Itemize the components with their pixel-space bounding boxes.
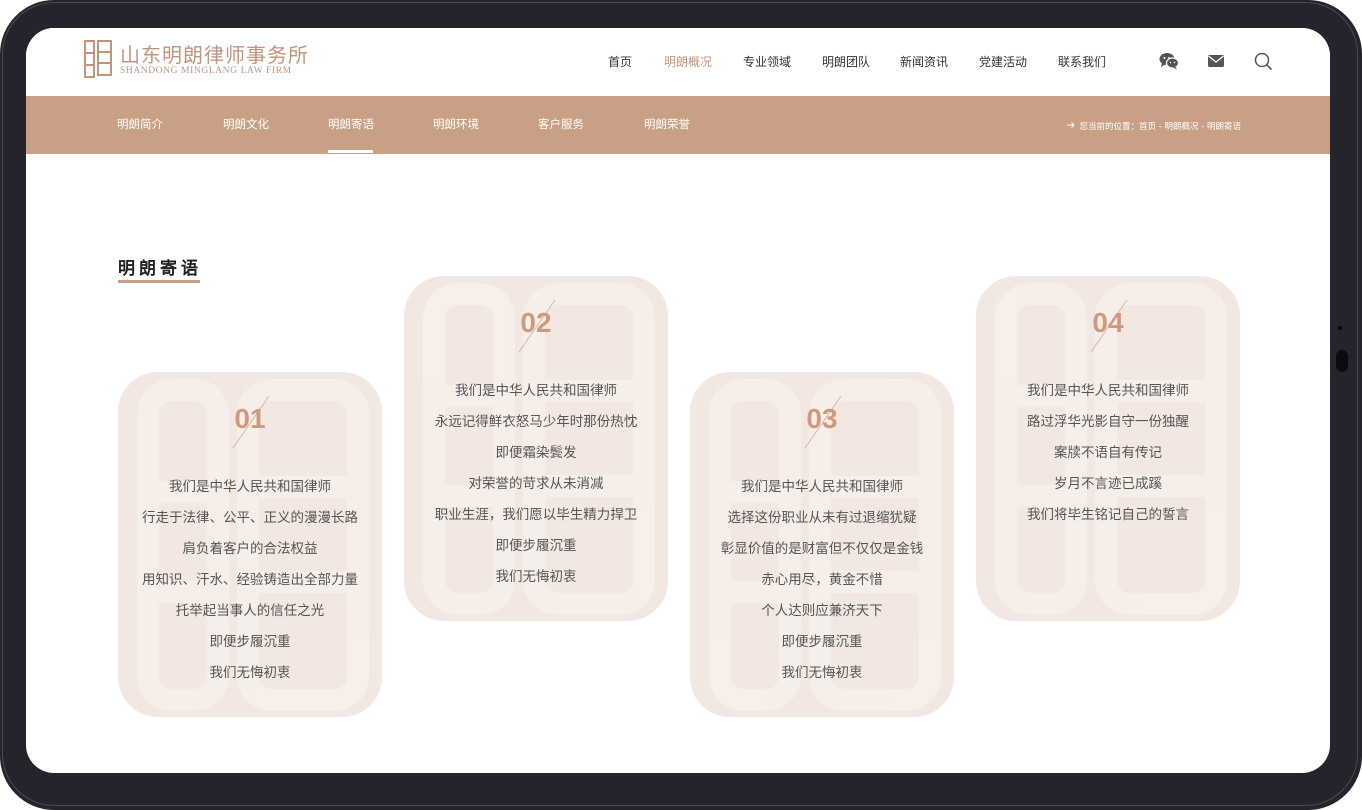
card-text-lines: 我们是中华人民共和国律师 选择这份职业从未有过退缩犹疑 彰显价值的是财富但不仅仅是金… — [690, 472, 954, 689]
subnav-message[interactable]: 明朗寄语 — [328, 116, 374, 132]
message-card-1: 01 我们是中华人民共和国律师行走于法律、公平、正义的漫漫长路 肩负着客户的合法权益… — [118, 372, 382, 717]
search-icon[interactable] — [1252, 50, 1274, 72]
screen: 山东明朗律师事务所 SHANDONG MINGLANG LAW FIRM 首页 … — [26, 28, 1330, 773]
card-number: 04 — [1092, 307, 1124, 338]
card-text-line: 肩负着客户的合法权益 — [182, 541, 318, 557]
nav-contact[interactable]: 联系我们 — [1058, 53, 1106, 70]
card-text-line: 岁月不言迹已成蹊 — [1054, 476, 1162, 492]
nav-home[interactable]: 首页 — [608, 53, 632, 70]
card-text-line: 我们无悔初衷 — [495, 569, 577, 585]
subnav-active-indicator — [328, 150, 373, 153]
card-number: 01 — [234, 403, 266, 434]
card-text-line: 我们无悔初衷 — [781, 665, 863, 681]
nav-team[interactable]: 明朗团队 — [822, 53, 870, 70]
card-text-line: 托举起当事人的信任之光 — [175, 603, 325, 619]
card-text-line: 选择这份职业从未有过退缩犹疑 — [727, 510, 917, 526]
card-number: 03 — [806, 403, 838, 434]
logo-mark-icon[interactable] — [84, 40, 112, 78]
subnav-client-service[interactable]: 客户服务 — [538, 116, 584, 132]
card-text-line: 案牍不语自有传记 — [1054, 445, 1162, 461]
card-text-line: 个人达则应兼济天下 — [761, 603, 883, 619]
card-text-lines: 我们是中华人民共和国律师行走于法律、公平、正义的漫漫长路 肩负着客户的合法权益用知… — [118, 472, 382, 689]
mail-icon[interactable] — [1205, 50, 1227, 72]
card-text-line: 用知识、汗水、经验铸造出全部力量 — [142, 572, 358, 588]
message-card-3: 03 我们是中华人民共和国律师 选择这份职业从未有过退缩犹疑 彰显价值的是财富但不仅仅… — [690, 372, 954, 717]
card-number: 02 — [520, 307, 552, 338]
card-text-line: 我们是中华人民共和国律师 — [1027, 383, 1189, 399]
message-card-2: 02 我们是中华人民共和国律师永远记得鲜衣怒马少年时那份热忱 即便霜染鬓发对荣誉的苛… — [404, 276, 668, 621]
card-text-line: 行走于法律、公平、正义的漫漫长路 — [142, 510, 358, 526]
site-header: 山东明朗律师事务所 SHANDONG MINGLANG LAW FIRM 首页 … — [26, 28, 1330, 97]
nav-overview[interactable]: 明朗概况 — [664, 53, 712, 70]
device-sensor — [1338, 326, 1342, 330]
card-text-line: 即便步履沉重 — [495, 538, 577, 554]
breadcrumb: 您当前的位置：首页 - 明朗概况 - 明朗寄语 — [1079, 122, 1241, 132]
card-text-line: 我们是中华人民共和国律师 — [169, 479, 331, 495]
nav-practice-areas[interactable]: 专业领域 — [743, 53, 791, 70]
card-text-line: 我们无悔初衷 — [209, 665, 291, 681]
card-text-line: 即便霜染鬓发 — [495, 445, 577, 461]
logo-title[interactable]: 山东明朗律师事务所 — [120, 39, 309, 68]
subnav-intro[interactable]: 明朗简介 — [117, 116, 163, 132]
subnav-environment[interactable]: 明朗环境 — [433, 116, 479, 132]
card-text-line: 即便步履沉重 — [209, 634, 291, 650]
subnav-honors[interactable]: 明朗荣誉 — [644, 116, 690, 132]
nav-news[interactable]: 新闻资讯 — [900, 53, 948, 70]
section-title-underline — [118, 280, 200, 283]
card-text-line: 对荣誉的苛求从未消减 — [468, 476, 604, 492]
section-title: 明朗寄语 — [118, 259, 202, 279]
card-text-line: 即便步履沉重 — [781, 634, 863, 650]
subnav-culture[interactable]: 明朗文化 — [223, 116, 269, 132]
card-text-line: 永远记得鲜衣怒马少年时那份热忱 — [434, 414, 638, 430]
message-card-4: 04 我们是中华人民共和国律师 路过浮华光影自守一份独醒 案牍不语自有传记 岁月不言迹已… — [976, 276, 1240, 621]
nav-party-activities[interactable]: 党建活动 — [979, 53, 1027, 70]
card-text-line: 我们是中华人民共和国律师 — [455, 383, 617, 399]
sub-navigation-bar: 明朗简介 明朗文化 明朗寄语 明朗环境 客户服务 明朗荣誉 您当前的位置：首页 … — [26, 96, 1330, 154]
card-text-line: 赤心用尽，黄金不惜 — [761, 572, 883, 588]
card-text-line: 职业生涯，我们愿以毕生精力捍卫 — [434, 507, 638, 523]
wechat-icon[interactable] — [1158, 50, 1180, 72]
card-text-line: 我们将毕生铭记自己的誓言 — [1027, 507, 1189, 523]
device-frame: 山东明朗律师事务所 SHANDONG MINGLANG LAW FIRM 首页 … — [0, 0, 1362, 810]
card-text-lines: 我们是中华人民共和国律师永远记得鲜衣怒马少年时那份热忱 即便霜染鬓发对荣誉的苛求从… — [404, 376, 668, 593]
card-text-line: 彰显价值的是财富但不仅仅是金钱 — [720, 541, 924, 557]
card-text-line: 我们是中华人民共和国律师 — [741, 479, 903, 495]
logo-subtitle: SHANDONG MINGLANG LAW FIRM — [120, 66, 292, 76]
card-text-lines: 我们是中华人民共和国律师 路过浮华光影自守一份独醒 案牍不语自有传记 岁月不言迹已成蹊… — [976, 376, 1240, 531]
card-text-line: 路过浮华光影自守一份独醒 — [1027, 414, 1189, 430]
arrow-right-icon — [1067, 122, 1075, 128]
device-side-button — [1336, 350, 1348, 372]
